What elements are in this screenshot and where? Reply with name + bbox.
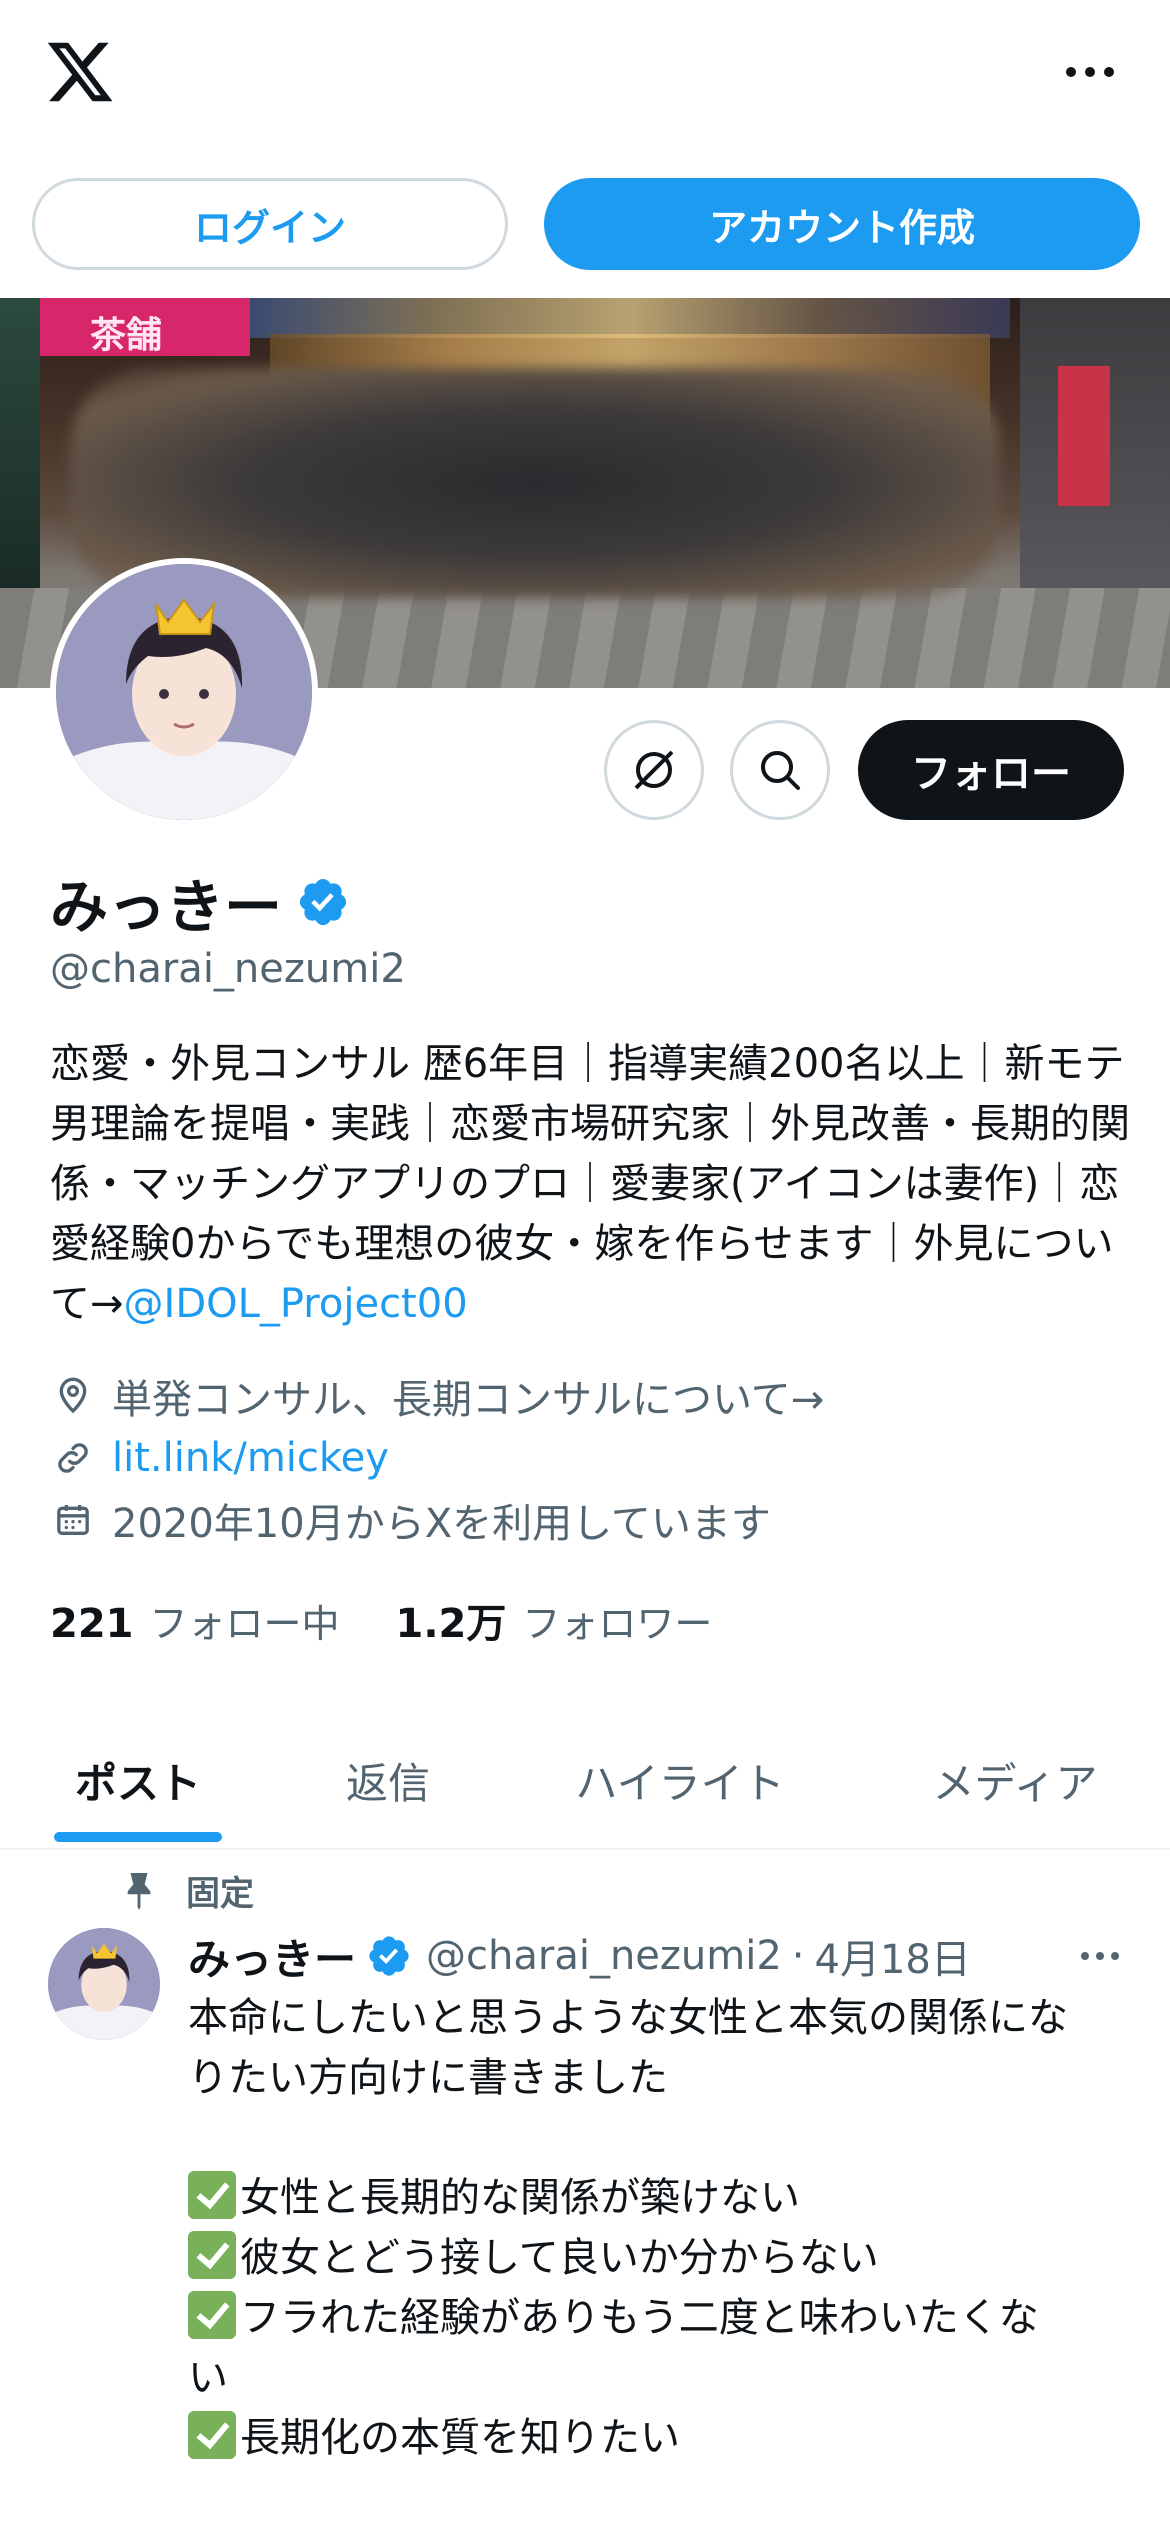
search-icon[interactable] — [730, 720, 830, 820]
banner-sign-text: 茶舗 — [90, 315, 163, 356]
post-line: 本命にしたいと思うような女性と本気の関係にな — [188, 1995, 1068, 2041]
profile-joined-row: 2020年10月からXを利用しています — [50, 1492, 1130, 1548]
profile-actions: フォロー — [604, 718, 1124, 822]
checklist-item: 長期化の本質を知りたい — [188, 2408, 1138, 2468]
profile-website-link[interactable]: lit.link/mickey — [112, 1435, 389, 1481]
checklist-continuation: い — [188, 2355, 228, 2401]
tab-media[interactable]: メディア — [900, 1712, 1130, 1848]
profile-location-row: 単発コンサル、長期コンサルについて→ — [50, 1368, 1130, 1424]
calendar-icon — [50, 1497, 96, 1543]
pinned-label-row: 固定 — [120, 1864, 254, 1916]
login-button[interactable]: ログイン — [32, 178, 508, 270]
follow-button[interactable]: フォロー — [858, 720, 1124, 820]
link-icon — [50, 1435, 96, 1481]
bio-mention-link[interactable]: @IDOL_Project00 — [124, 1281, 468, 1327]
check-mark-icon — [188, 2171, 236, 2219]
check-mark-icon — [188, 2411, 236, 2459]
checklist-text: フラれた経験がありもう二度と味わいたくな — [240, 2295, 1039, 2341]
profile-handle: @charai_nezumi2 — [50, 946, 406, 992]
followers-link[interactable]: 1.2万 フォロワー — [396, 1591, 713, 1649]
post-header: みっきー @charai_nezumi2 · 4月18日 — [188, 1926, 1138, 1986]
checklist-text: 長期化の本質を知りたい — [240, 2415, 680, 2461]
post-line: りたい方向けに書きました — [188, 2055, 668, 2101]
pin-icon — [120, 1871, 158, 1910]
x-logo-icon[interactable] — [44, 36, 116, 108]
profile-avatar[interactable] — [50, 558, 318, 826]
banner-left-building — [0, 298, 40, 598]
banner-lights — [250, 298, 1010, 338]
post-author-avatar[interactable] — [48, 1928, 160, 2040]
checklist-text: 彼女とどう接して良いか分からない — [240, 2235, 879, 2281]
following-count: 221 — [50, 1600, 134, 1647]
checklist-item: 女性と長期的な関係が築けない — [188, 2168, 1138, 2228]
followers-count: 1.2万 — [395, 1601, 507, 1647]
post-line — [188, 2108, 1138, 2168]
verified-badge-icon — [366, 1933, 412, 1979]
post-separator: · — [791, 1933, 805, 1979]
active-tab-indicator — [54, 1832, 222, 1842]
post-date[interactable]: 4月18日 — [815, 1927, 971, 1985]
create-account-button[interactable]: アカウント作成 — [544, 178, 1140, 270]
checklist-text: 女性と長期的な関係が築けない — [240, 2175, 800, 2221]
location-pin-icon — [50, 1373, 96, 1419]
profile-location: 単発コンサル、長期コンサルについて→ — [112, 1377, 825, 1423]
check-mark-icon — [188, 2291, 236, 2339]
top-bar — [0, 0, 1170, 150]
following-link[interactable]: 221 フォロー中 — [50, 1593, 340, 1648]
checklist-item: フラれた経験がありもう二度と味わいたくな — [188, 2288, 1138, 2348]
check-mark-icon — [188, 2231, 236, 2279]
post-more-icon[interactable] — [1070, 1934, 1130, 1978]
profile-link-row: lit.link/mickey — [50, 1430, 1130, 1486]
following-label: フォロー中 — [149, 1601, 340, 1646]
checklist-item: 彼女とどう接して良いか分からない — [188, 2228, 1138, 2288]
tab-posts[interactable]: ポスト — [40, 1712, 236, 1848]
pinned-label: 固定 — [186, 1873, 254, 1914]
verified-badge-icon[interactable] — [296, 875, 350, 929]
profile-bio: 恋愛・外見コンサル 歴6年目｜指導実績200名以上｜新モテ男理論を提唱・実践｜恋… — [50, 1034, 1130, 1334]
tab-replies[interactable]: 返信 — [300, 1712, 476, 1848]
auth-buttons: ログイン アカウント作成 — [32, 178, 1140, 270]
banner-poster — [1058, 366, 1110, 506]
grok-icon[interactable] — [604, 720, 704, 820]
profile-joined-date: 2020年10月からXを利用しています — [112, 1501, 771, 1547]
tab-highlights[interactable]: ハイライト — [540, 1712, 820, 1848]
more-options-icon[interactable] — [1050, 50, 1130, 94]
profile-name-row: みっきー — [50, 862, 350, 942]
profile-tabs: ポスト 返信 ハイライト メディア — [0, 1712, 1170, 1850]
followers-label: フォロワー — [522, 1602, 713, 1646]
post-author-name[interactable]: みっきー — [188, 1926, 356, 1987]
post-text[interactable]: 本命にしたいと思うような女性と本気の関係にな りたい方向けに書きました 女性と長… — [188, 1988, 1138, 2468]
follow-counts: 221 フォロー中 1.2万 フォロワー — [50, 1590, 712, 1650]
profile-name: みっきー — [50, 873, 283, 941]
post-author-handle: @charai_nezumi2 — [426, 1933, 782, 1979]
